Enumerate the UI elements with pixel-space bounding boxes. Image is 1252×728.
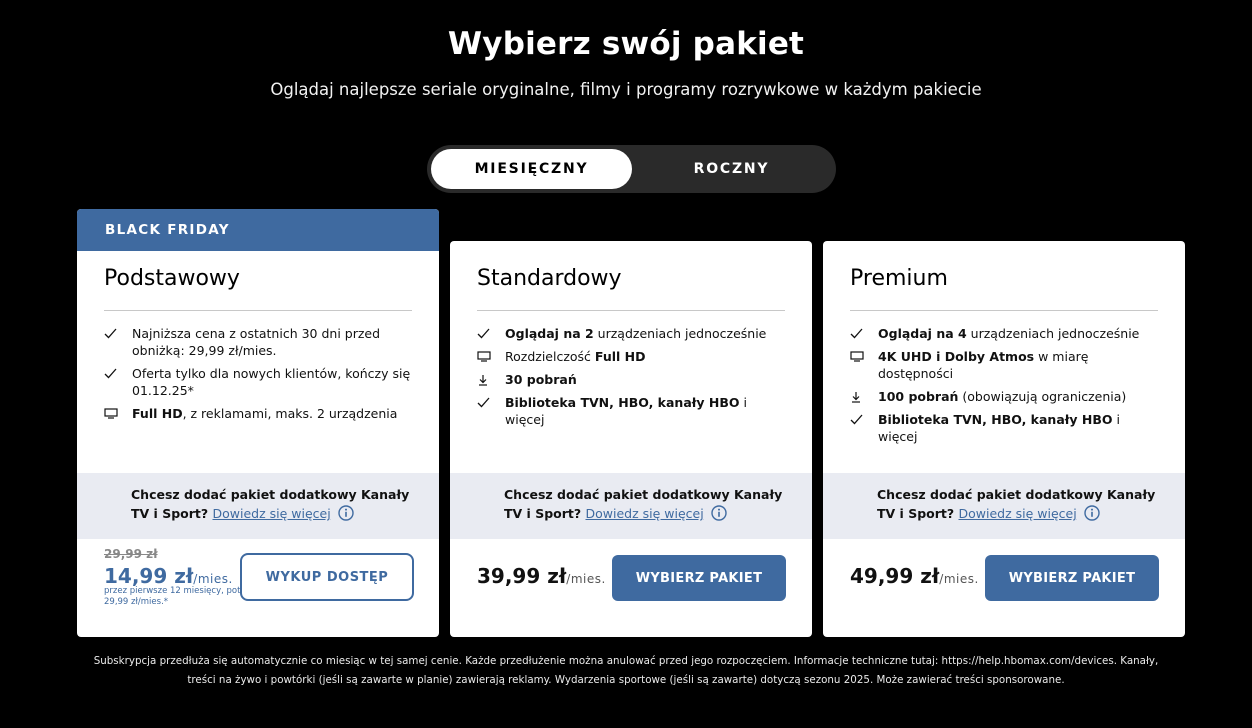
footer-line: Subskrypcja przedłuża się automatycznie … [93,655,1159,667]
feature-text: Oferta tylko dla nowych klientów, kończy… [132,366,411,398]
download-icon [477,371,505,388]
feature-list: Najniższa cena z ostatnich 30 dni przed … [104,325,414,428]
price-note: przez pierwsze 12 miesięcy, potem 29,99 … [104,586,254,607]
old-price: 29,99 zł [104,547,158,561]
feature-text: Najniższa cena z ostatnich 30 dni przed … [132,326,381,358]
check-icon [104,325,132,342]
feature-bold: Biblioteka TVN, HBO, kanały HBO [878,412,1113,427]
price: 49,99 zł/mies. [850,564,979,588]
feature-text: urządzeniach jednocześnie [593,326,767,341]
price-period: /mies. [939,572,979,586]
plan-name: Podstawowy [104,266,240,291]
feature-text: urządzeniach jednocześnie [966,326,1140,341]
check-icon [850,325,878,342]
feature-bold: Biblioteka TVN, HBO, kanały HBO [505,395,740,410]
learn-more-link[interactable]: Dowiedz się więcej [585,506,703,521]
feature-item: Najniższa cena z ostatnich 30 dni przed … [104,325,414,359]
addon-promo: Chcesz dodać pakiet dodatkowy Kanały TV … [77,473,439,539]
toggle-yearly[interactable]: ROCZNY [631,149,832,189]
feature-item: 100 pobrań (obowiązują ograniczenia) [850,388,1160,405]
feature-item: Biblioteka TVN, HBO, kanały HBO i więcej [850,411,1160,445]
plan-card-standard: Standardowy Oglądaj na 2 urządzeniach je… [450,241,812,637]
divider [850,310,1158,311]
footer-disclaimer: Subskrypcja przedłuża się automatycznie … [60,652,1192,690]
feature-bold: 100 pobrań [878,389,959,404]
feature-item: Biblioteka TVN, HBO, kanały HBO i więcej [477,394,787,428]
info-icon[interactable] [338,505,354,526]
price-period: /mies. [193,572,233,586]
info-icon[interactable] [1084,505,1100,526]
feature-bold: 4K UHD i Dolby Atmos [878,349,1035,364]
feature-list: Oglądaj na 4 urządzeniach jednocześnie 4… [850,325,1160,451]
feature-item: Oglądaj na 2 urządzeniach jednocześnie [477,325,787,342]
choose-plan-button[interactable]: WYBIERZ PAKIET [985,555,1159,601]
feature-text: (obowiązują ograniczenia) [958,389,1127,404]
page-title: Wybierz swój pakiet [447,26,805,62]
price-value: 49,99 zł [850,564,940,588]
toggle-monthly[interactable]: MIESIĘCZNY [431,149,632,189]
feature-bold: Full HD [594,349,646,364]
plan-name: Standardowy [477,266,622,291]
tv-icon [477,348,505,365]
price: 39,99 zł/mies. [477,564,606,588]
check-icon [104,365,132,382]
feature-item: Full HD, z reklamami, maks. 2 urządzenia [104,405,414,422]
check-icon [477,325,505,342]
feature-bold: Full HD [132,406,183,421]
feature-list: Oglądaj na 2 urządzeniach jednocześnie R… [477,325,787,434]
page-subtitle: Oglądaj najlepsze seriale oryginalne, fi… [270,80,982,99]
price: 14,99 zł/mies. [104,564,233,588]
price-period: /mies. [566,572,606,586]
divider [477,310,785,311]
price-value: 39,99 zł [477,564,567,588]
buy-access-button[interactable]: WYKUP DOSTĘP [240,553,414,601]
price-value: 14,99 zł [104,564,194,588]
tv-icon [104,405,132,422]
feature-item: 30 pobrań [477,371,787,388]
feature-text: Rozdzielczość [505,349,595,364]
feature-item: Rozdzielczość Full HD [477,348,787,365]
addon-promo: Chcesz dodać pakiet dodatkowy Kanały TV … [823,473,1185,539]
feature-bold: Oglądaj na 4 [878,326,967,341]
addon-promo: Chcesz dodać pakiet dodatkowy Kanały TV … [450,473,812,539]
feature-item: 4K UHD i Dolby Atmos w miarę dostępności [850,348,1160,382]
feature-bold: Oglądaj na 2 [505,326,594,341]
footer-line: treści na żywo i powtórki (jeśli są zawa… [187,674,1065,686]
download-icon [850,388,878,405]
feature-text: , z reklamami, maks. 2 urządzenia [182,406,398,421]
check-icon [477,394,505,411]
plan-card-basic: BLACK FRIDAY Podstawowy Najniższa cena z… [77,209,439,637]
feature-item: Oglądaj na 4 urządzeniach jednocześnie [850,325,1160,342]
learn-more-link[interactable]: Dowiedz się więcej [212,506,330,521]
feature-bold: 30 pobrań [505,372,577,387]
info-icon[interactable] [711,505,727,526]
plan-name: Premium [850,266,948,291]
feature-item: Oferta tylko dla nowych klientów, kończy… [104,365,414,399]
promo-banner: BLACK FRIDAY [77,209,439,251]
choose-plan-button[interactable]: WYBIERZ PAKIET [612,555,786,601]
plan-card-premium: Premium Oglądaj na 4 urządzeniach jednoc… [823,241,1185,637]
divider [104,310,412,311]
learn-more-link[interactable]: Dowiedz się więcej [958,506,1076,521]
tv-icon [850,348,878,365]
billing-period-toggle: MIESIĘCZNY ROCZNY [427,145,836,193]
check-icon [850,411,878,428]
